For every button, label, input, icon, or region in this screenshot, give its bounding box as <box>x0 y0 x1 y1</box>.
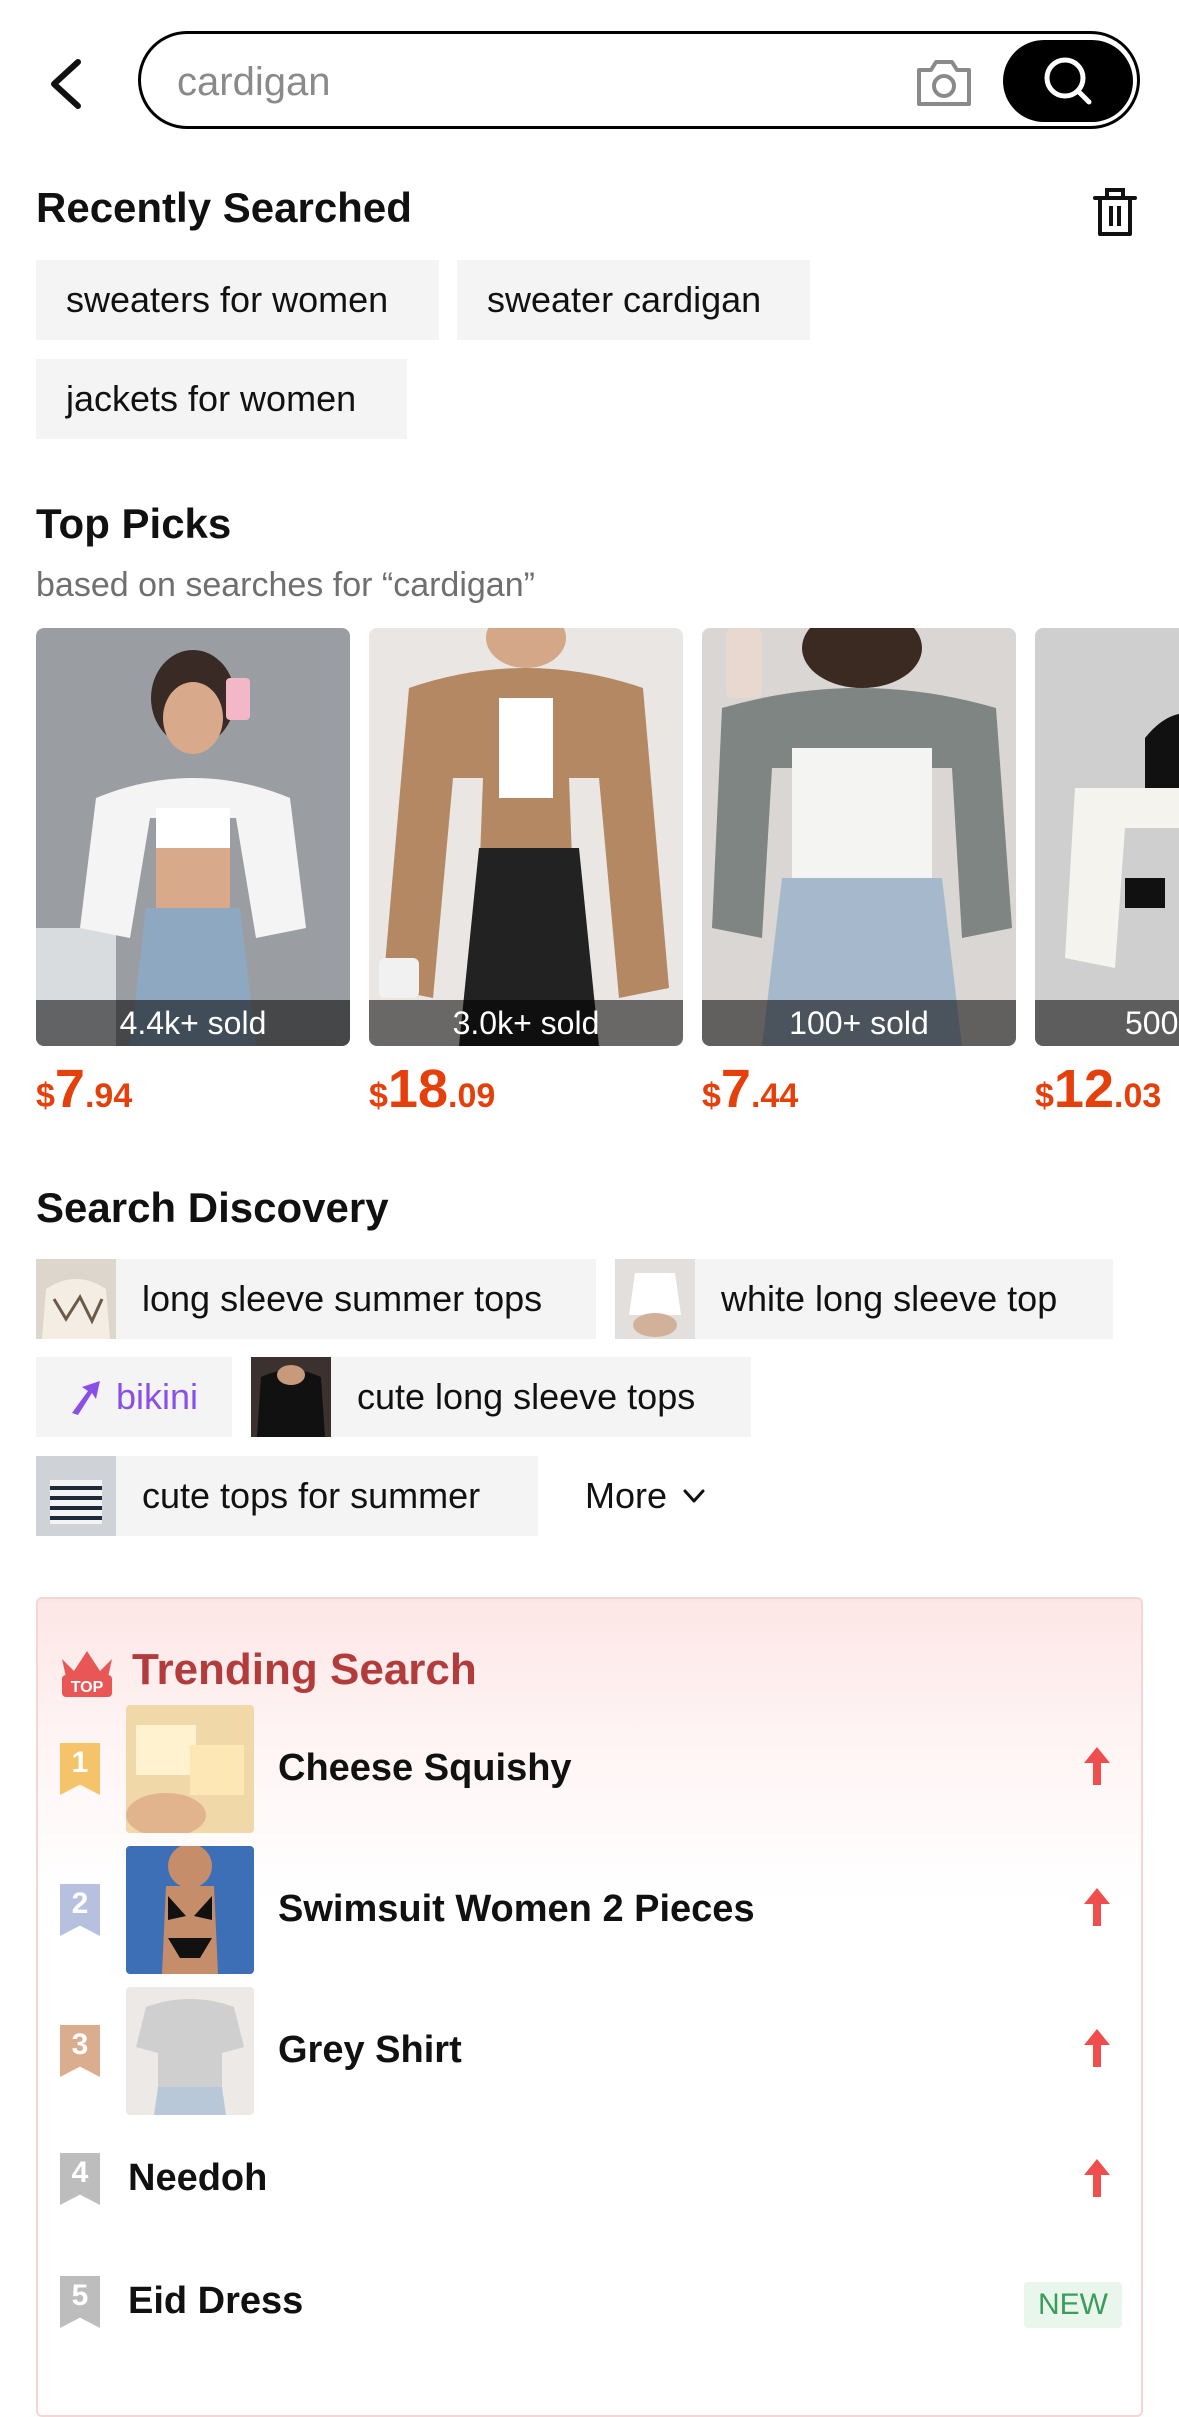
product-card[interactable]: 4.4k+ sold $7.94 <box>36 628 350 1122</box>
discovery-thumbnail <box>36 1456 116 1536</box>
trash-icon <box>1093 188 1137 236</box>
product-price: $7.44 <box>702 1059 799 1119</box>
discovery-chip[interactable]: white long sleeve top <box>615 1259 1113 1339</box>
trending-thumbnail <box>126 1846 254 1974</box>
discovery-thumbnail <box>615 1259 695 1339</box>
product-price: $18.09 <box>369 1059 496 1119</box>
discovery-thumbnail <box>36 1259 116 1339</box>
recent-search-label: sweaters for women <box>66 279 389 320</box>
rank-badge: 1 <box>60 1743 100 1795</box>
sold-count: 500 <box>1035 1000 1179 1046</box>
product-card[interactable]: 500 $12.03 <box>1035 628 1179 1122</box>
sold-count: 3.0k+ sold <box>369 1000 683 1046</box>
product-price: $7.94 <box>36 1059 133 1119</box>
recent-search-label: jackets for women <box>66 378 357 419</box>
recent-search-chip[interactable]: sweaters for women <box>36 260 439 340</box>
product-price: $12.03 <box>1035 1059 1162 1119</box>
trending-label: Cheese Squishy <box>278 1747 572 1789</box>
product-card[interactable]: 3.0k+ sold $18.09 <box>369 628 683 1122</box>
product-image: 4.4k+ sold <box>36 628 350 1046</box>
camera-icon <box>917 60 971 106</box>
rank-badge: 4 <box>60 2153 100 2205</box>
discovery-chip-trending[interactable]: bikini <box>36 1357 232 1437</box>
search-icon <box>1044 57 1092 105</box>
product-image: 500 <box>1035 628 1179 1046</box>
sold-count: 4.4k+ sold <box>36 1000 350 1046</box>
rank-badge: 3 <box>60 2025 100 2077</box>
product-image: 100+ sold <box>702 628 1016 1046</box>
trending-search-card: TOP Trending Search 1 Cheese Squishy 2 S… <box>36 1597 1143 2417</box>
discovery-label: cute tops for summer <box>142 1475 481 1516</box>
trending-label: Swimsuit Women 2 Pieces <box>278 1888 755 1930</box>
chevron-left-icon <box>51 59 81 109</box>
more-label: More <box>585 1475 668 1516</box>
search-button[interactable] <box>1003 40 1133 122</box>
trending-item[interactable]: 3 Grey Shirt <box>38 1987 1141 2115</box>
trending-item[interactable]: 1 Cheese Squishy <box>38 1705 1141 1833</box>
product-image: 3.0k+ sold <box>369 628 683 1046</box>
trend-up-icon <box>1084 1747 1110 1785</box>
search-bar[interactable] <box>138 31 1140 129</box>
trending-label: Eid Dress <box>128 2280 304 2322</box>
discovery-chip[interactable]: cute tops for summer <box>36 1456 538 1536</box>
trending-item[interactable]: 2 Swimsuit Women 2 Pieces <box>38 1846 1141 1974</box>
discovery-chip[interactable]: long sleeve summer tops <box>36 1259 596 1339</box>
top-picks-title: Top Picks <box>36 500 232 547</box>
recent-search-chip[interactable]: sweater cardigan <box>457 260 810 340</box>
rank-badge: 5 <box>60 2276 100 2328</box>
discovery-thumbnail <box>251 1357 331 1437</box>
search-input[interactable] <box>175 52 939 112</box>
recently-searched-title: Recently Searched <box>36 184 412 231</box>
trend-up-icon <box>1084 2159 1110 2197</box>
clear-history-button[interactable] <box>1089 186 1141 238</box>
trend-up-icon <box>1084 2029 1110 2067</box>
camera-search-button[interactable] <box>913 58 975 108</box>
back-button[interactable] <box>36 50 96 118</box>
product-card[interactable]: 100+ sold $7.44 <box>702 628 1016 1122</box>
top-crown-icon: TOP <box>58 1641 116 1699</box>
discovery-label: white long sleeve top <box>721 1278 1058 1319</box>
trending-thumbnail <box>126 1987 254 2115</box>
top-picks-subtitle: based on searches for “cardigan” <box>36 566 535 604</box>
recent-search-label: sweater cardigan <box>487 279 762 320</box>
top-badge-text: TOP <box>71 1679 104 1696</box>
recent-search-chip[interactable]: jackets for women <box>36 359 407 439</box>
discovery-chip[interactable]: cute long sleeve tops <box>251 1357 751 1437</box>
trending-arrow-icon <box>71 1381 100 1415</box>
search-discovery-title: Search Discovery <box>36 1184 389 1231</box>
trending-label: Grey Shirt <box>278 2029 462 2071</box>
trending-label: Needoh <box>128 2157 268 2199</box>
discovery-label: bikini <box>115 1376 198 1417</box>
discovery-label: long sleeve summer tops <box>142 1278 543 1319</box>
new-badge: NEW <box>1024 2282 1122 2328</box>
trending-thumbnail <box>126 1705 254 1833</box>
discovery-label: cute long sleeve tops <box>357 1376 696 1417</box>
chevron-down-icon <box>683 1489 705 1503</box>
sold-count: 100+ sold <box>702 1000 1016 1046</box>
rank-badge: 2 <box>60 1884 100 1936</box>
trending-item[interactable]: 4 Needoh <box>38 2139 1141 2219</box>
trending-search-title: Trending Search <box>132 1645 477 1694</box>
trend-up-icon <box>1084 1888 1110 1926</box>
more-button[interactable]: More <box>585 1456 709 1536</box>
trending-item[interactable]: 5 Eid Dress NEW <box>38 2262 1141 2342</box>
